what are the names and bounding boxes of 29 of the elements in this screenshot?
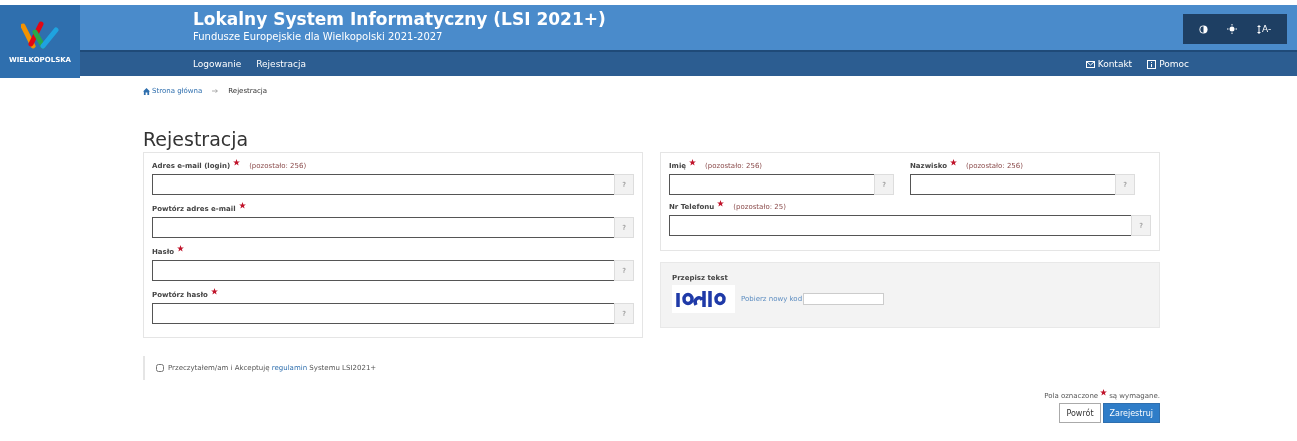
input-field[interactable] <box>152 174 614 195</box>
required-star-icon <box>1100 389 1108 396</box>
nav-link[interactable]: Pomoc <box>1147 59 1189 69</box>
font-size-button[interactable]: A- <box>1257 24 1272 34</box>
input-field[interactable] <box>152 303 614 324</box>
nav-link[interactable]: Rejestracja <box>256 59 307 69</box>
consent-checkbox[interactable] <box>156 364 164 372</box>
register-button[interactable]: Zarejestruj <box>1102 403 1160 423</box>
input-field[interactable] <box>152 260 614 281</box>
input-field[interactable] <box>152 217 614 238</box>
nav-link[interactable]: Logowanie <box>193 59 242 69</box>
input-field[interactable] <box>669 215 1131 236</box>
nav-link[interactable]: Kontakt <box>1085 59 1133 69</box>
home-icon <box>143 87 150 95</box>
arrow-right-icon <box>212 89 219 93</box>
logo-icon <box>21 19 59 50</box>
brightness-button[interactable] <box>1227 24 1238 34</box>
page-title: Rejestracja <box>143 128 250 150</box>
app-subtitle: Fundusze Europejskie dla Wielkopolski 2021-2027 <box>193 31 444 42</box>
captcha-input[interactable] <box>803 293 885 305</box>
info-icon <box>1147 59 1157 69</box>
back-button[interactable]: Powrót <box>1059 403 1101 423</box>
input-field[interactable] <box>910 174 1115 195</box>
captcha-image <box>672 285 735 313</box>
up-down-arrow-icon <box>1257 24 1261 34</box>
mail-icon <box>1085 60 1095 68</box>
app-title: Lokalny System Informatyczny (LSI 2021+) <box>193 9 607 29</box>
input-field[interactable] <box>669 174 874 195</box>
contrast-button[interactable] <box>1198 24 1208 34</box>
